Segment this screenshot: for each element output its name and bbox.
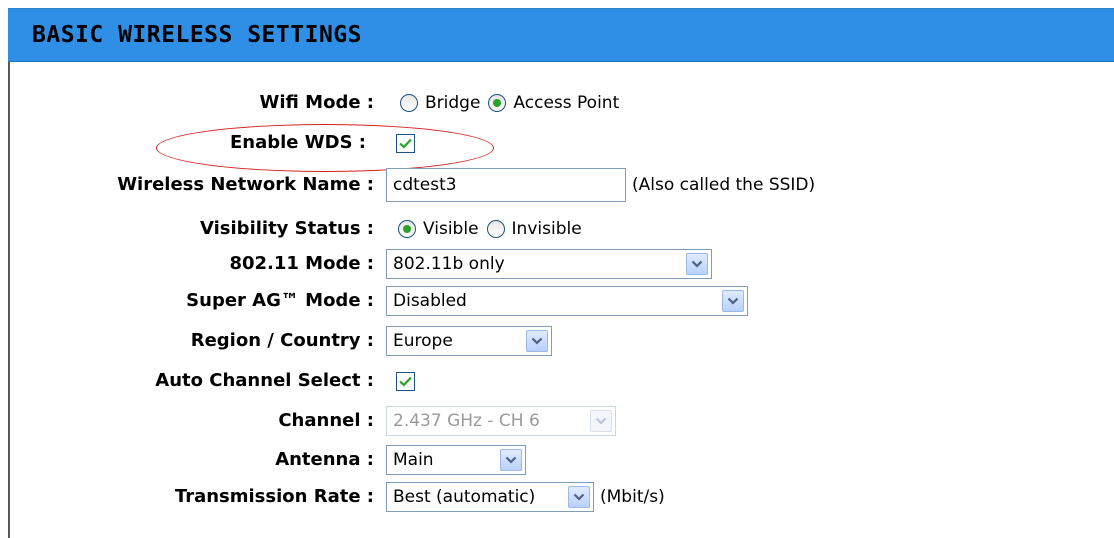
wds-highlight-ellipse	[156, 124, 494, 172]
visibility-row: Visibility Status : Visible Invisible	[0, 214, 1114, 244]
super-ag-row: Super AG™ Mode : Disabled	[0, 286, 1114, 316]
tx-rate-label: Transmission Rate :	[174, 486, 374, 507]
wifi-mode-row: Wifi Mode : Bridge Access Point	[0, 88, 1114, 118]
section-title: BASIC WIRELESS SETTINGS	[32, 22, 362, 48]
channel-label: Channel :	[278, 410, 374, 431]
chevron-down-icon	[590, 410, 612, 432]
tx-rate-row: Transmission Rate : Best (automatic) (Mb…	[0, 482, 1114, 512]
tx-rate-select[interactable]: Best (automatic)	[386, 482, 594, 512]
mode-80211-select[interactable]: 802.11b only	[386, 249, 712, 279]
wifi-mode-bridge-label[interactable]: Bridge	[425, 93, 480, 113]
visibility-visible-label[interactable]: Visible	[423, 219, 479, 239]
region-select[interactable]: Europe	[386, 326, 552, 356]
antenna-value: Main	[393, 450, 434, 470]
visibility-invisible-label[interactable]: Invisible	[512, 219, 582, 239]
chevron-down-icon[interactable]	[500, 449, 522, 471]
mode-80211-value: 802.11b only	[393, 254, 505, 274]
chevron-down-icon[interactable]	[526, 330, 548, 352]
antenna-row: Antenna : Main	[0, 445, 1114, 475]
checkbox-checked-icon[interactable]	[396, 371, 415, 391]
tx-rate-unit: (Mbit/s)	[600, 487, 665, 507]
channel-row: Channel : 2.437 GHz - CH 6	[0, 406, 1114, 436]
super-ag-label: Super AG™ Mode :	[186, 290, 374, 311]
mode-80211-row: 802.11 Mode : 802.11b only	[0, 249, 1114, 279]
auto-channel-label: Auto Channel Select :	[155, 370, 374, 391]
super-ag-value: Disabled	[393, 291, 467, 311]
channel-select: 2.437 GHz - CH 6	[386, 406, 616, 436]
chevron-down-icon[interactable]	[686, 253, 708, 275]
network-name-row: Wireless Network Name : cdtest3 (Also ca…	[0, 168, 1114, 202]
region-row: Region / Country : Europe	[0, 326, 1114, 356]
ssid-input[interactable]: cdtest3	[386, 168, 626, 202]
visibility-label: Visibility Status :	[200, 218, 374, 239]
radio-unselected-icon[interactable]	[400, 94, 418, 112]
chevron-down-icon[interactable]	[568, 486, 590, 508]
region-value: Europe	[393, 331, 453, 351]
tx-rate-value: Best (automatic)	[393, 487, 536, 507]
network-name-label: Wireless Network Name :	[117, 174, 374, 195]
radio-unselected-icon[interactable]	[486, 220, 505, 238]
wifi-mode-label: Wifi Mode :	[259, 92, 374, 113]
antenna-label: Antenna :	[275, 449, 374, 470]
antenna-select[interactable]: Main	[386, 445, 526, 475]
super-ag-select[interactable]: Disabled	[386, 286, 748, 316]
ssid-note: (Also called the SSID)	[632, 175, 816, 195]
section-header: BASIC WIRELESS SETTINGS	[8, 8, 1114, 62]
chevron-down-icon[interactable]	[722, 290, 744, 312]
wifi-mode-access-point-label[interactable]: Access Point	[513, 93, 619, 113]
radio-selected-icon[interactable]	[398, 220, 416, 238]
mode-80211-label: 802.11 Mode :	[229, 253, 374, 274]
radio-selected-icon[interactable]	[488, 94, 507, 112]
region-label: Region / Country :	[190, 330, 374, 351]
channel-value: 2.437 GHz - CH 6	[393, 411, 540, 431]
auto-channel-row: Auto Channel Select :	[0, 366, 1114, 396]
